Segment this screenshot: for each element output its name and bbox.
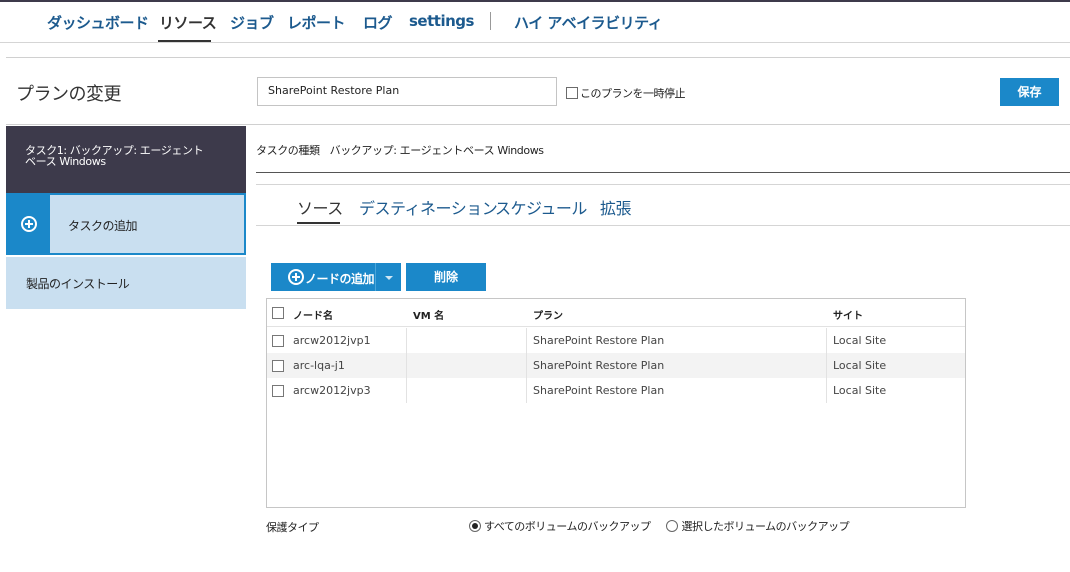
nav-dashboard[interactable]: ダッシュボード: [47, 12, 149, 33]
select-all-checkbox[interactable]: [272, 307, 284, 319]
tab-schedule[interactable]: スケジュール: [495, 195, 587, 219]
plan-name-input[interactable]: SharePoint Restore Plan: [257, 77, 557, 106]
column-plan[interactable]: プラン: [533, 307, 563, 322]
nav-active-underline: [158, 40, 211, 42]
node-name-cell: arcw2012jvp1: [287, 328, 407, 353]
nav-high-availability[interactable]: ハイ アベイラビリティ: [514, 12, 663, 33]
row-checkbox[interactable]: [272, 385, 284, 397]
plus-circle-icon: [21, 216, 37, 232]
add-node-dropdown[interactable]: [375, 263, 401, 291]
task-type-line: タスクの種類 バックアップ: エージェントベース Windows: [256, 142, 544, 158]
nav-resources[interactable]: リソース: [159, 12, 217, 33]
plan-header: プランの変更 SharePoint Restore Plan このプランを一時停…: [6, 57, 1070, 125]
nav-jobs[interactable]: ジョブ: [230, 12, 274, 33]
nav-logs[interactable]: ログ: [363, 12, 393, 33]
tab-advanced[interactable]: 拡張: [600, 195, 632, 219]
radio-all-volumes[interactable]: [469, 520, 481, 532]
radio-all-volumes-label[interactable]: すべてのボリュームのバックアップ: [484, 520, 651, 533]
tab-destination[interactable]: デスティネーション: [359, 195, 498, 219]
table-row[interactable]: arcw2012jvp1 SharePoint Restore Plan Loc…: [267, 328, 965, 353]
add-task-button[interactable]: タスクの追加: [6, 193, 246, 255]
page-title: プランの変更: [16, 84, 122, 105]
plus-circle-icon: [288, 269, 304, 285]
protection-type-options: すべてのボリュームのバックアップ 選択したボリュームのバックアップ: [469, 518, 850, 534]
node-name-cell: arc-lqa-j1: [287, 353, 407, 378]
row-checkbox[interactable]: [272, 360, 284, 372]
caret-down-icon: [385, 276, 393, 280]
nav-settings[interactable]: settings: [409, 12, 474, 30]
table-row[interactable]: arc-lqa-j1 SharePoint Restore Plan Local…: [267, 353, 965, 378]
row-checkbox-cell: [267, 328, 287, 353]
node-grid: ノード名 VM 名 プラン サイト arcw2012jvp1 SharePoin…: [266, 298, 966, 508]
vm-name-cell: [407, 378, 527, 403]
pause-plan-checkbox[interactable]: [566, 87, 578, 99]
add-task-icon-box: [8, 195, 50, 253]
site-cell: Local Site: [833, 359, 887, 372]
divider: [256, 172, 1070, 173]
tab-active-underline: [297, 222, 340, 224]
save-button[interactable]: 保存: [1000, 78, 1059, 106]
divider: [256, 225, 1070, 226]
column-node-name[interactable]: ノード名: [293, 307, 333, 322]
add-node-label: ノードの追加: [305, 272, 375, 286]
table-row[interactable]: arcw2012jvp3 SharePoint Restore Plan Loc…: [267, 378, 965, 403]
tab-source[interactable]: ソース: [297, 195, 343, 219]
node-name-cell: arcw2012jvp3: [287, 378, 407, 403]
pause-plan-option[interactable]: このプランを一時停止: [566, 85, 686, 100]
protection-type-label: 保護タイプ: [266, 521, 319, 534]
column-vm-name[interactable]: VM 名: [413, 307, 444, 322]
task-type-label: タスクの種類: [256, 144, 320, 157]
row-checkbox-cell: [267, 378, 287, 403]
grid-header: ノード名 VM 名 プラン サイト: [267, 299, 965, 327]
radio-selected-volumes-label[interactable]: 選択したボリュームのバックアップ: [681, 520, 849, 533]
install-product-label: 製品のインストール: [26, 277, 130, 291]
sidebar-task-1[interactable]: タスク1: バックアップ: エージェント ベース Windows: [6, 126, 246, 193]
add-node-button[interactable]: ノードの追加: [271, 263, 401, 291]
nav-reports[interactable]: レポート: [287, 12, 346, 33]
row-checkbox-cell: [267, 353, 287, 378]
column-site[interactable]: サイト: [833, 307, 863, 322]
top-navigation: ダッシュボード リソース ジョブ レポート ログ settings ハイ アベイ…: [0, 2, 1070, 43]
divider: [256, 184, 1070, 185]
task-1-title-line2: ベース Windows: [25, 155, 106, 168]
plan-cell: SharePoint Restore Plan: [527, 378, 827, 403]
plan-cell: SharePoint Restore Plan: [527, 328, 827, 353]
row-checkbox[interactable]: [272, 335, 284, 347]
task-type-value: バックアップ: エージェントベース Windows: [329, 144, 544, 157]
delete-button[interactable]: 削除: [406, 263, 486, 291]
site-cell: Local Site: [833, 384, 887, 397]
vm-name-cell: [407, 328, 527, 353]
add-task-label: タスクの追加: [68, 219, 138, 233]
pause-plan-label: このプランを一時停止: [580, 87, 686, 100]
plan-cell: SharePoint Restore Plan: [527, 353, 827, 378]
site-cell: Local Site: [833, 334, 887, 347]
install-product-item[interactable]: 製品のインストール: [6, 257, 246, 309]
radio-selected-volumes[interactable]: [666, 520, 679, 532]
nav-separator: [490, 12, 491, 30]
vm-name-cell: [407, 353, 527, 378]
